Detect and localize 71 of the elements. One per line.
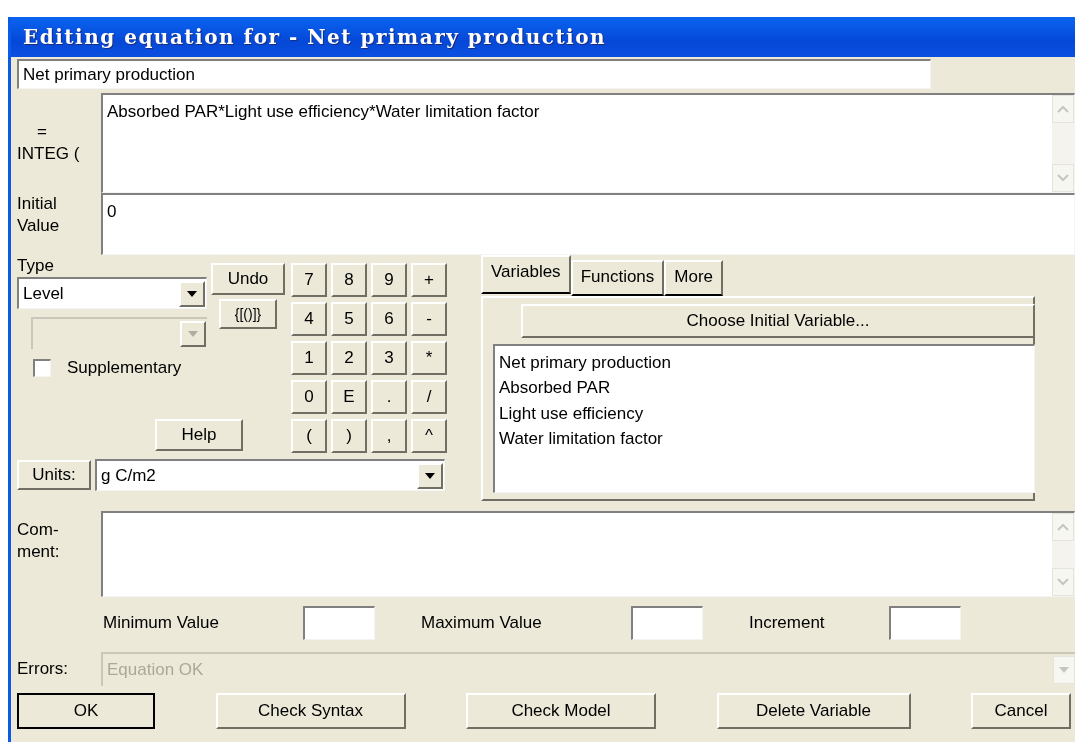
integ-label: INTEG ( [17, 143, 81, 165]
key-button[interactable]: + [411, 263, 447, 297]
equation-field[interactable]: Absorbed PAR*Light use efficiency*Water limitation factor [101, 93, 1075, 193]
key-button[interactable]: 2 [331, 341, 367, 375]
range-label: Maximum Value [421, 611, 543, 634]
range-field[interactable] [631, 606, 703, 640]
range-label: Minimum Value [103, 611, 220, 634]
dialog-button[interactable]: Delete Variable [716, 693, 911, 729]
key-button[interactable]: 7 [291, 263, 327, 297]
range-field[interactable] [889, 606, 961, 640]
key-button[interactable]: 4 [291, 302, 327, 336]
key-button[interactable]: E [331, 380, 367, 414]
comment-label: Com-ment: [17, 519, 61, 564]
caret-icon [1058, 666, 1070, 674]
type-label: Type [17, 255, 55, 277]
help-button[interactable]: Help [155, 419, 243, 451]
caret-icon [424, 471, 436, 480]
key-button[interactable]: ( [291, 419, 327, 453]
variable-item[interactable]: Light use efficiency [499, 400, 1034, 426]
key-button[interactable]: . [371, 380, 407, 414]
tab[interactable]: Variables [481, 255, 571, 294]
caret-icon [186, 289, 198, 298]
scroll-up-icon [1057, 523, 1069, 531]
choose-variable-button[interactable]: Choose Initial Variable... [521, 303, 1035, 338]
range-label: Increment [749, 611, 826, 634]
variable-item[interactable]: Absorbed PAR [499, 375, 1034, 401]
caret-icon [187, 330, 199, 339]
key-button[interactable]: 0 [291, 380, 327, 414]
key-button[interactable]: 3 [371, 341, 407, 375]
key-button[interactable]: - [411, 302, 447, 336]
scroll-bar[interactable] [1052, 95, 1074, 192]
dropdown-button[interactable] [179, 280, 205, 307]
dropdown-button[interactable] [417, 462, 443, 489]
key-button[interactable]: , [371, 419, 407, 453]
type-dropdown[interactable]: Level [17, 277, 207, 310]
range-field[interactable] [303, 606, 375, 640]
tab[interactable]: More [664, 260, 724, 296]
key-button[interactable]: * [411, 341, 447, 375]
initial-value-label: Initial Value [17, 193, 61, 238]
units-button[interactable]: Units: [17, 460, 91, 490]
initial-value-field[interactable]: 0 [101, 193, 1075, 255]
variable-item[interactable]: Net primary production [499, 349, 1034, 375]
tab[interactable]: Functions [570, 260, 665, 296]
key-button[interactable]: / [411, 380, 447, 414]
scroll-bar[interactable] [1052, 513, 1074, 596]
key-button[interactable]: 8 [331, 263, 367, 297]
key-button[interactable]: 1 [291, 341, 327, 375]
dialog-button[interactable]: OK [17, 693, 155, 729]
checkbox-label: Supplementary [67, 357, 182, 380]
key-button[interactable]: ) [331, 419, 367, 453]
scroll-down-icon [1057, 174, 1069, 182]
scroll-down-icon [1057, 578, 1069, 586]
variable-item[interactable]: Water limitation factor [499, 426, 1034, 452]
comment-field[interactable] [101, 511, 1075, 597]
units-dropdown[interactable]: g C/m2 [95, 459, 445, 491]
errors-label: Errors: [17, 657, 69, 680]
checkbox[interactable] [33, 359, 51, 378]
scroll-up-icon [1057, 105, 1069, 113]
errors-field: Equation OK [101, 652, 1075, 686]
dialog-button[interactable]: Cancel [971, 693, 1071, 729]
undo-button[interactable]: Undo [211, 263, 285, 295]
key-button[interactable]: ^ [411, 419, 447, 453]
window-title: Editing equation for - Net primary production [23, 24, 607, 51]
key-button[interactable]: 6 [371, 302, 407, 336]
key-button[interactable]: 5 [331, 302, 367, 336]
dialog-button[interactable]: Check Syntax [215, 693, 406, 729]
brackets-button[interactable]: {[()]} [219, 299, 277, 329]
equals-label: = [36, 120, 48, 143]
key-button[interactable]: 9 [371, 263, 407, 297]
name-field[interactable]: Net primary production [17, 59, 931, 89]
dialog-button[interactable]: Check Model [466, 693, 656, 729]
